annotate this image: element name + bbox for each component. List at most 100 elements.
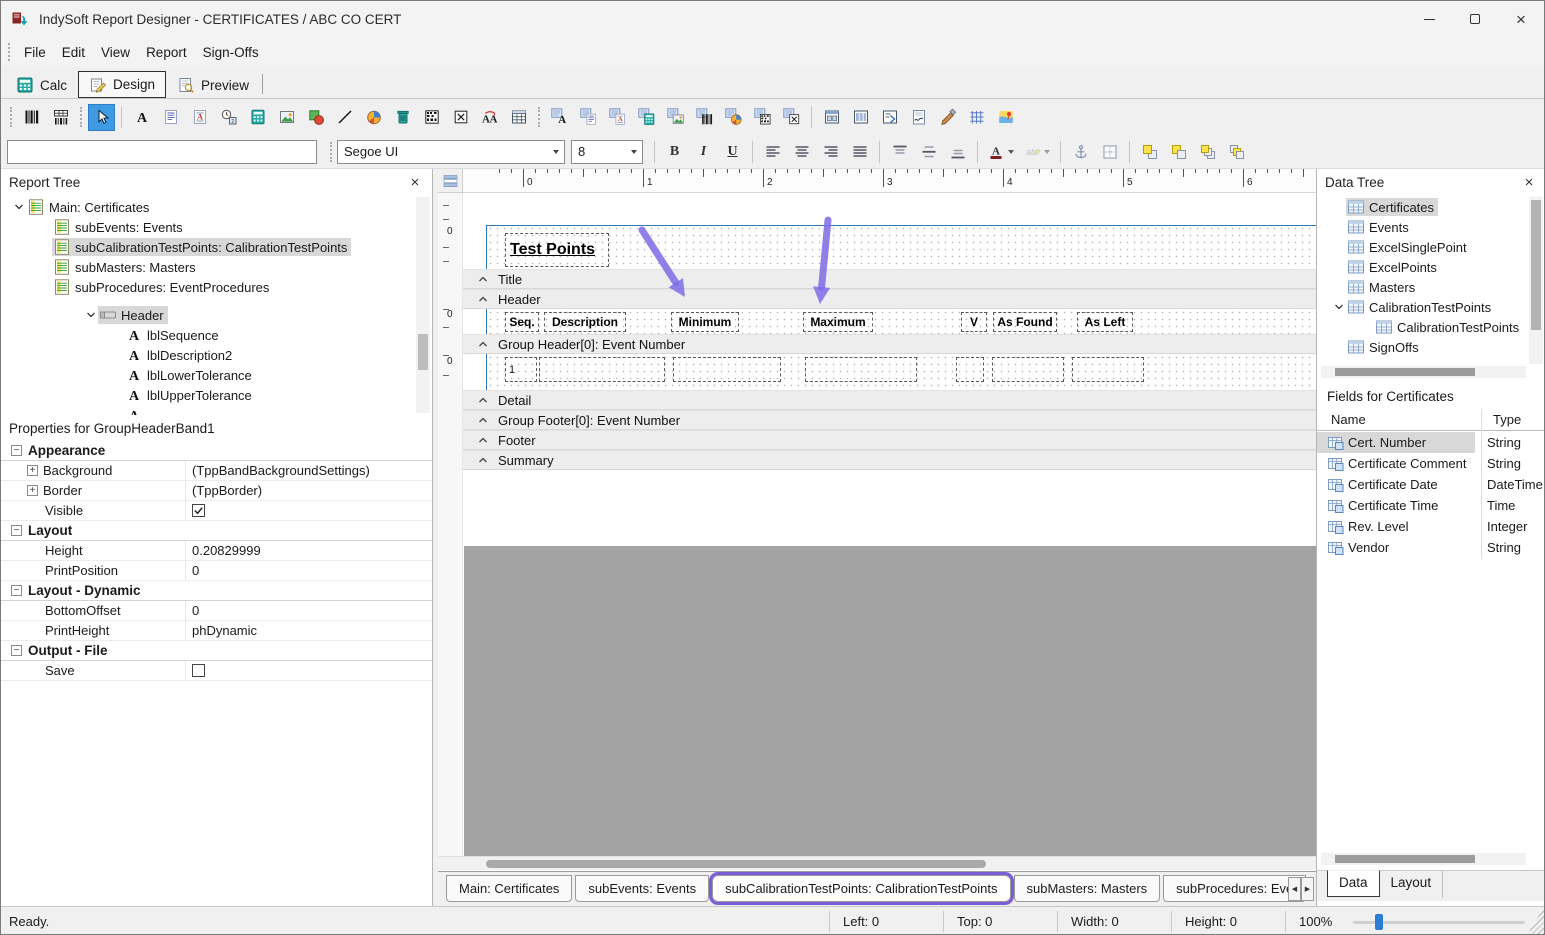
dbcheckbox-tool[interactable] bbox=[778, 104, 805, 131]
canvas-horizontal-scrollbar[interactable] bbox=[438, 856, 1316, 870]
table-tool[interactable] bbox=[505, 104, 532, 131]
field-row-vendor[interactable]: VendorString bbox=[1317, 537, 1545, 558]
convert-case-tool[interactable]: AA bbox=[476, 104, 503, 131]
prop-row-save[interactable]: Save bbox=[1, 661, 432, 681]
collapse-icon[interactable]: − bbox=[11, 645, 22, 656]
memo-tool[interactable] bbox=[157, 104, 184, 131]
anchor-button[interactable] bbox=[1067, 138, 1094, 165]
collapse-icon[interactable]: − bbox=[11, 525, 22, 536]
minimize-button[interactable] bbox=[1406, 1, 1452, 37]
line-tool[interactable] bbox=[331, 104, 358, 131]
bring-forward-button[interactable] bbox=[1194, 138, 1221, 165]
send-to-back-button[interactable] bbox=[1165, 138, 1192, 165]
font-size-combo[interactable]: 8 bbox=[571, 140, 643, 164]
chevron-down-icon[interactable] bbox=[1331, 301, 1346, 313]
send-backward-button[interactable] bbox=[1223, 138, 1250, 165]
bold-button[interactable]: B bbox=[661, 138, 688, 165]
prop-row-printheight[interactable]: PrintHeightphDynamic bbox=[1, 621, 432, 641]
zoom-slider-thumb[interactable] bbox=[1375, 914, 1383, 930]
band-caption-header[interactable]: Header bbox=[463, 289, 1316, 309]
band-caption-detail[interactable]: Detail bbox=[463, 390, 1316, 410]
align-left-button[interactable] bbox=[759, 138, 786, 165]
band-caption-group-header-0-event-number[interactable]: Group Header[0]: Event Number bbox=[463, 334, 1316, 354]
italic-button[interactable]: I bbox=[690, 138, 717, 165]
valign-bottom-button[interactable] bbox=[944, 138, 971, 165]
data-tree-item-calibrationtestpoints[interactable]: CalibrationTestPoints bbox=[1317, 297, 1526, 317]
designer-tab-subevents-events[interactable]: subEvents: Events bbox=[575, 875, 709, 902]
prop-group-layout-dynamic[interactable]: −Layout - Dynamic bbox=[1, 581, 432, 601]
menu-file[interactable]: File bbox=[16, 41, 54, 64]
collapse-band-icon[interactable] bbox=[477, 414, 489, 426]
data-tree-vertical-scrollbar[interactable] bbox=[1529, 197, 1543, 364]
field-row-rev-level[interactable]: Rev. LevelInteger bbox=[1317, 516, 1545, 537]
collapse-band-icon[interactable] bbox=[477, 273, 489, 285]
tab-scroll-left-button[interactable]: ◀ bbox=[1288, 877, 1301, 901]
menu-view[interactable]: View bbox=[93, 41, 138, 64]
data-tree-close-icon[interactable]: × bbox=[1520, 174, 1538, 191]
font-color-button[interactable]: A bbox=[984, 138, 1018, 165]
detail-field-1[interactable]: 1 bbox=[505, 357, 537, 382]
columns-tool[interactable] bbox=[847, 104, 874, 131]
menu-sign-offs[interactable]: Sign-Offs bbox=[195, 41, 267, 64]
prop-row-background[interactable]: +Background(TppBandBackgroundSettings) bbox=[1, 461, 432, 481]
band-caption-group-footer-0-event-number[interactable]: Group Footer[0]: Event Number bbox=[463, 410, 1316, 430]
field-row-cert-number[interactable]: Cert. NumberString bbox=[1317, 432, 1545, 453]
report-tree-item-lbluppertolerance[interactable]: AlblUpperTolerance bbox=[1, 385, 414, 405]
system-variable-tool[interactable]: 2 bbox=[215, 104, 242, 131]
report-tree-item-main-certificates[interactable]: Main: Certificates bbox=[1, 197, 414, 217]
dbimage-tool[interactable] bbox=[662, 104, 689, 131]
field-row-certificate-comment[interactable]: Certificate CommentString bbox=[1317, 453, 1545, 474]
report-tree-item-lbldescription2[interactable]: AlblDescription2 bbox=[1, 345, 414, 365]
collapse-band-icon[interactable] bbox=[477, 434, 489, 446]
data-tree-item-certificates[interactable]: Certificates bbox=[1317, 197, 1526, 217]
panel-tab-layout[interactable]: Layout bbox=[1380, 871, 1444, 898]
paintbrush-tool[interactable] bbox=[934, 104, 961, 131]
prop-row-visible[interactable]: Visible bbox=[1, 501, 432, 521]
panel-tab-data[interactable]: Data bbox=[1327, 870, 1380, 897]
chevron-down-icon[interactable] bbox=[83, 309, 98, 321]
report-tree-item-submasters-masters[interactable]: subMasters: Masters bbox=[1, 257, 414, 277]
chart-tool[interactable] bbox=[360, 104, 387, 131]
report-title-label[interactable]: Test Points bbox=[505, 233, 609, 267]
shape-tool[interactable] bbox=[302, 104, 329, 131]
fields-horizontal-scrollbar[interactable] bbox=[1321, 853, 1526, 865]
design-canvas[interactable]: 0123456 000 TitleHeaderGroup Header[0]: … bbox=[438, 169, 1316, 906]
checkbox-tool[interactable] bbox=[447, 104, 474, 131]
dbbarcode-tool[interactable] bbox=[691, 104, 718, 131]
column-label-v[interactable]: V bbox=[961, 312, 987, 332]
menu-report[interactable]: Report bbox=[138, 41, 195, 64]
region-tool[interactable] bbox=[818, 104, 845, 131]
resize-grip[interactable] bbox=[1526, 907, 1544, 935]
designer-tab-main-certificates[interactable]: Main: Certificates bbox=[446, 875, 572, 902]
detail-field-7[interactable] bbox=[1072, 357, 1144, 382]
detail-field-6[interactable] bbox=[992, 357, 1064, 382]
collapse-band-icon[interactable] bbox=[477, 394, 489, 406]
data-tree-item-signoffs[interactable]: SignOffs bbox=[1317, 337, 1526, 357]
detail-field-4[interactable] bbox=[805, 357, 917, 382]
prop-group-layout[interactable]: −Layout bbox=[1, 521, 432, 541]
designer-tab-subprocedures-eve[interactable]: subProcedures: Eve bbox=[1163, 875, 1306, 902]
report-tree-item-item[interactable]: A bbox=[1, 405, 414, 415]
underline-button[interactable]: U bbox=[719, 138, 746, 165]
collapse-icon[interactable]: − bbox=[11, 585, 22, 596]
data-tree-horizontal-scrollbar[interactable] bbox=[1321, 366, 1526, 378]
detail-field-3[interactable] bbox=[673, 357, 781, 382]
collapse-icon[interactable]: − bbox=[11, 445, 22, 456]
report-tree-item-subevents-events[interactable]: subEvents: Events bbox=[1, 217, 414, 237]
collapse-band-icon[interactable] bbox=[477, 293, 489, 305]
align-justify-button[interactable] bbox=[846, 138, 873, 165]
data-tree-item-excelpoints[interactable]: ExcelPoints bbox=[1317, 257, 1526, 277]
barcode-2d-tool[interactable] bbox=[418, 104, 445, 131]
band-caption-summary[interactable]: Summary bbox=[463, 450, 1316, 470]
detail-field-5[interactable] bbox=[956, 357, 984, 382]
prop-row-height[interactable]: Height0.20829999 bbox=[1, 541, 432, 561]
richtext-tool[interactable]: A bbox=[186, 104, 213, 131]
column-label-as-found[interactable]: As Found bbox=[993, 312, 1057, 332]
report-tree-item-subcalibrationtestpoints-calibrationtestpoints[interactable]: subCalibrationTestPoints: CalibrationTes… bbox=[1, 237, 414, 257]
expand-icon[interactable]: + bbox=[27, 465, 38, 476]
data-tree-item-masters[interactable]: Masters bbox=[1317, 277, 1526, 297]
expression-input[interactable] bbox=[7, 140, 317, 164]
dbrichtext-tool[interactable]: A bbox=[604, 104, 631, 131]
close-button[interactable]: × bbox=[1498, 1, 1544, 37]
column-label-seq[interactable]: Seq. bbox=[505, 312, 539, 332]
